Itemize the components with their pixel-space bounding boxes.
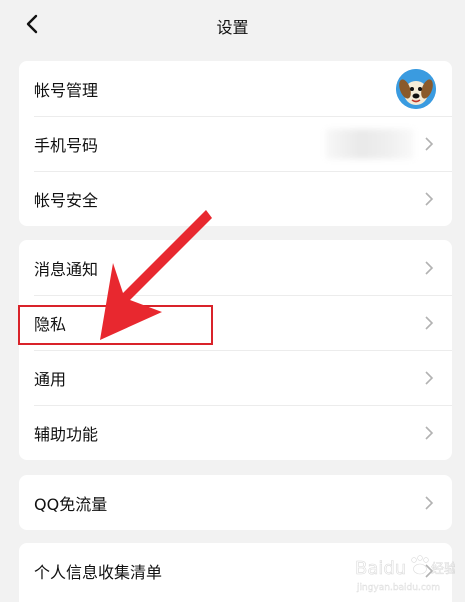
chevron-right-icon bbox=[425, 191, 434, 206]
data-section: QQ免流量 bbox=[19, 475, 452, 530]
watermark-suffix: 经验 bbox=[431, 561, 455, 577]
highlight-box bbox=[18, 305, 213, 345]
row-label: 帐号管理 bbox=[34, 80, 99, 100]
row-label: 通用 bbox=[34, 369, 67, 389]
page-title: 设置 bbox=[216, 18, 249, 37]
watermark-url: jingyan.baidu.com bbox=[356, 583, 440, 593]
chevron-right-icon bbox=[425, 495, 434, 510]
account-security-row[interactable]: 帐号安全 bbox=[19, 171, 452, 226]
dog-avatar-icon bbox=[396, 68, 436, 109]
account-management-row[interactable]: 帐号管理 bbox=[19, 61, 452, 116]
free-data-row[interactable]: QQ免流量 bbox=[19, 475, 452, 530]
phone-number-row[interactable]: 手机号码 bbox=[19, 116, 452, 171]
row-label: 辅助功能 bbox=[34, 424, 99, 444]
row-label: QQ免流量 bbox=[34, 494, 108, 514]
chevron-right-icon bbox=[425, 136, 434, 151]
chevron-right-icon bbox=[425, 425, 434, 440]
account-section: 帐号管理 手机号码 帐号安全 bbox=[19, 61, 452, 226]
chevron-right-icon bbox=[425, 370, 434, 385]
blurred-phone-value bbox=[326, 128, 414, 159]
notifications-row[interactable]: 消息通知 bbox=[19, 240, 452, 295]
nav-header: 设置 bbox=[0, 0, 465, 48]
general-section: 消息通知 隐私 通用 辅助功能 bbox=[19, 240, 452, 460]
general-row[interactable]: 通用 bbox=[19, 350, 452, 405]
row-label: 消息通知 bbox=[34, 259, 99, 279]
chevron-right-icon bbox=[425, 260, 434, 275]
baidu-watermark: Baidu 经验 jingyan.baidu.com bbox=[355, 555, 455, 593]
row-label: 个人信息收集清单 bbox=[34, 562, 163, 582]
row-label: 手机号码 bbox=[34, 135, 99, 155]
accessibility-row[interactable]: 辅助功能 bbox=[19, 405, 452, 460]
chevron-right-icon bbox=[425, 315, 434, 330]
watermark-brand: Baidu bbox=[355, 558, 406, 579]
avatar[interactable] bbox=[396, 68, 436, 109]
row-label: 帐号安全 bbox=[34, 190, 99, 210]
